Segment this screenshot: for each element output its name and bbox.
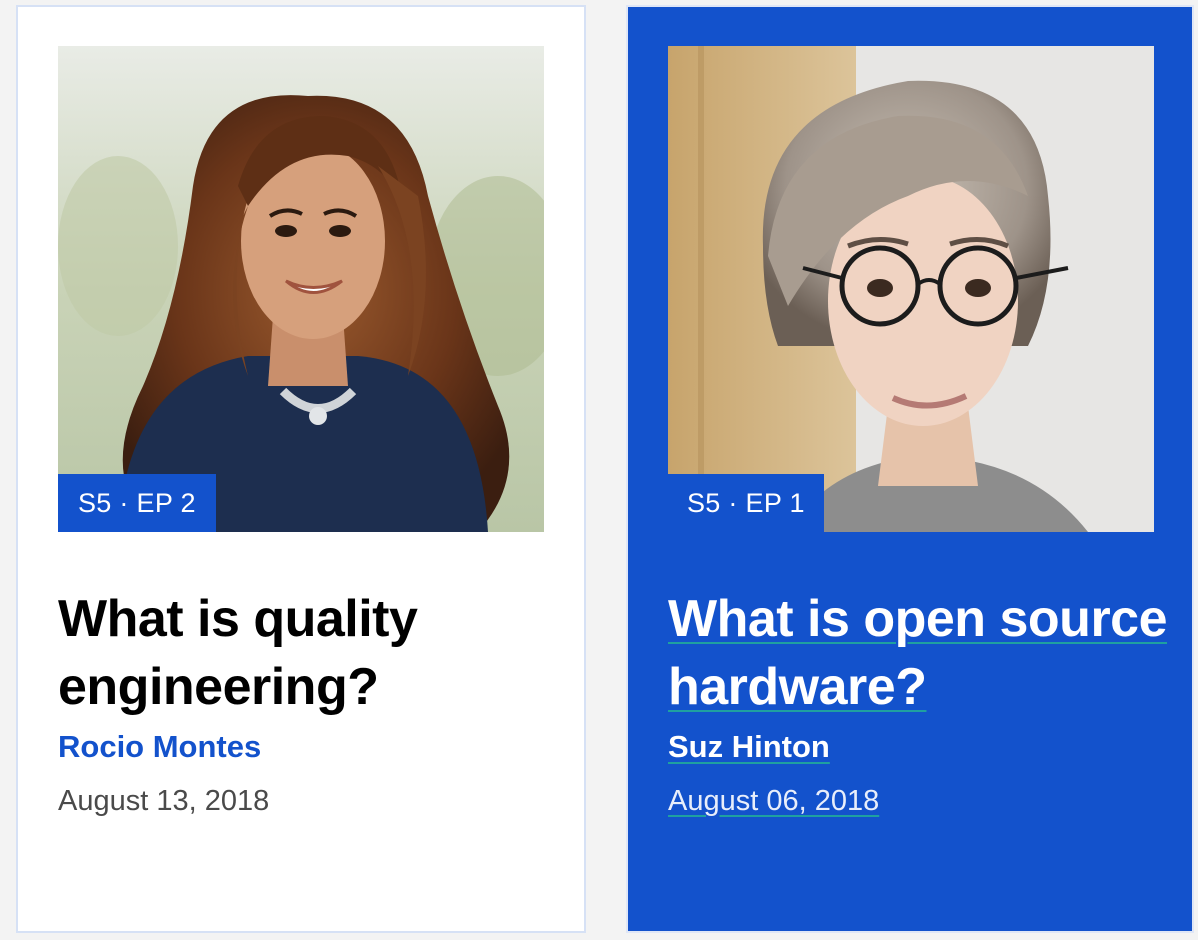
episode-card-ep1[interactable]: S5 · EP 1 What is open source hardware? … — [626, 5, 1194, 933]
episode-author[interactable]: Rocio Montes — [58, 725, 261, 769]
episode-card-ep2[interactable]: S5 · EP 2 What is quality engineering? R… — [16, 5, 586, 933]
episode-date: August 13, 2018 — [58, 785, 270, 817]
episode-grid: S5 · EP 2 What is quality engineering? R… — [0, 0, 1198, 940]
episode-title-text[interactable]: What is open source hardware? — [668, 590, 1168, 716]
portrait-photo — [668, 46, 1154, 532]
episode-badge: S5 · EP 2 — [58, 474, 216, 532]
episode-photo[interactable]: S5 · EP 1 — [668, 46, 1154, 532]
episode-author[interactable]: Suz Hinton — [668, 725, 830, 769]
episode-title[interactable]: What is quality engineering? — [58, 585, 558, 721]
episode-badge: S5 · EP 1 — [668, 474, 824, 532]
episode-photo[interactable]: S5 · EP 2 — [58, 46, 544, 532]
episode-title[interactable]: What is open source hardware? — [668, 585, 1168, 721]
episode-date: August 06, 2018 — [668, 785, 880, 817]
portrait-photo — [58, 46, 544, 532]
